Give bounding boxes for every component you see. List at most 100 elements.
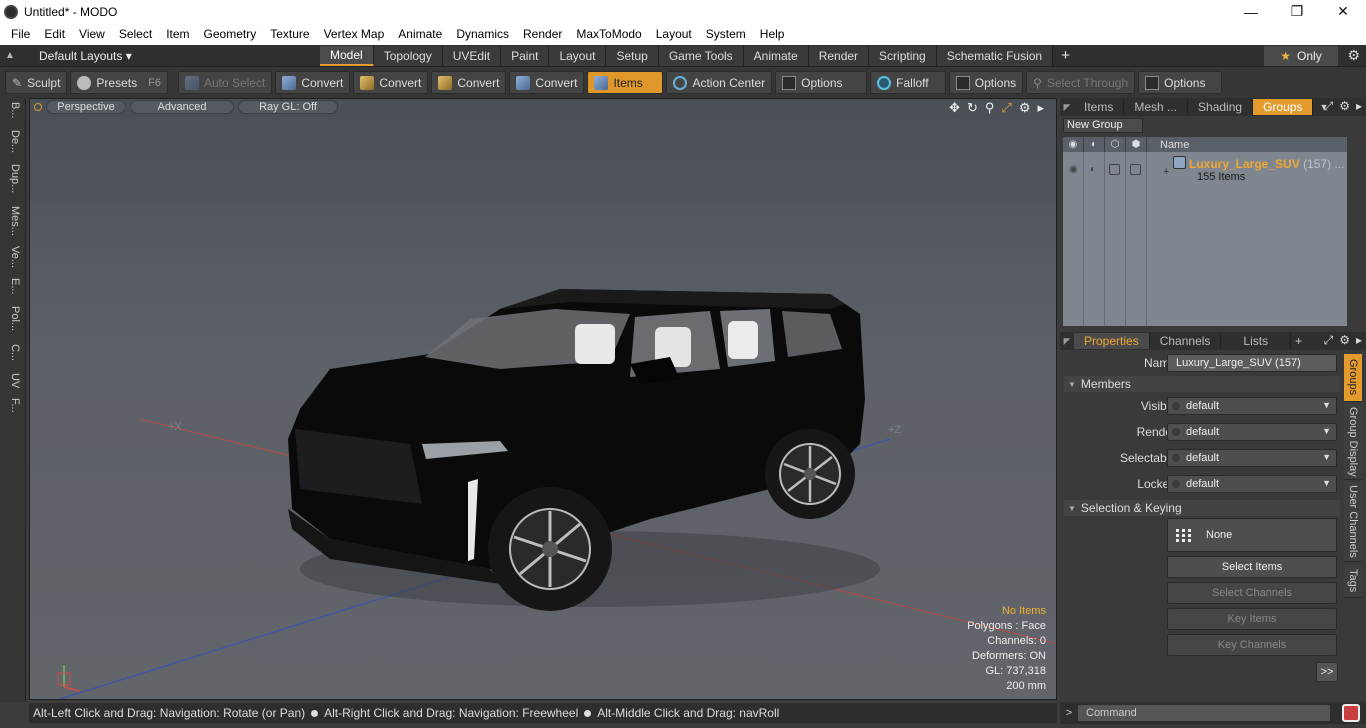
key-channels-button[interactable]: Key Channels [1167, 634, 1337, 656]
tab-model[interactable]: Model [320, 45, 374, 66]
convert-vertices-button[interactable]: Convert [275, 71, 351, 94]
select-channels-button[interactable]: Select Channels [1167, 582, 1337, 604]
tab-mesh[interactable]: Mesh ... [1124, 99, 1189, 115]
pan-icon[interactable]: ✥ [949, 100, 960, 116]
close-button[interactable]: ✕ [1320, 0, 1366, 23]
expand-panel-icon[interactable]: ⤢ [1324, 333, 1334, 348]
strip-tab-curve[interactable]: C... [5, 344, 21, 361]
tab-channels[interactable]: Channels [1150, 333, 1222, 349]
tab-setup[interactable]: Setup [606, 45, 659, 66]
raygl-toggle[interactable]: Ray GL: Off [238, 100, 338, 114]
locked-dropdown[interactable]: default ▼ [1167, 475, 1337, 493]
tab-topology[interactable]: Topology [373, 45, 443, 66]
panel-settings-icon[interactable]: ⚙ [1339, 333, 1350, 348]
menu-help[interactable]: Help [753, 27, 792, 41]
panel-settings-icon[interactable]: ⚙ [1339, 99, 1350, 114]
convert-edges-button[interactable]: Convert [353, 71, 429, 94]
menu-maxtomodo[interactable]: MaxToModo [569, 27, 648, 41]
select-checkbox[interactable] [1130, 164, 1141, 175]
key-items-button[interactable]: Key Items [1167, 608, 1337, 630]
strip-tab-edge[interactable]: E... [5, 278, 21, 295]
menu-dynamics[interactable]: Dynamics [449, 27, 516, 41]
sculpt-button[interactable]: ✎ Sculpt [5, 71, 68, 94]
zoom-icon[interactable]: ⚲ [985, 100, 995, 116]
menu-vertex-map[interactable]: Vertex Map [317, 27, 392, 41]
viewport-settings-icon[interactable]: ⚙ [1019, 100, 1031, 116]
none-select-button[interactable]: None [1167, 518, 1337, 552]
items-mode-button[interactable]: Items [587, 71, 664, 94]
presets-button[interactable]: Presets F6 [70, 71, 168, 94]
tab-properties[interactable]: Properties [1074, 333, 1150, 349]
tab-animate[interactable]: Animate [743, 45, 809, 66]
add-tab-icon[interactable]: + [1053, 47, 1078, 64]
strip-tab-deform[interactable]: De... [5, 130, 21, 153]
strip-tab-uv[interactable]: UV [5, 373, 21, 388]
strip-tab-duplicate[interactable]: Dup... [5, 164, 21, 193]
select-through-button[interactable]: ⚲ Select Through [1026, 71, 1136, 94]
eye-icon[interactable]: ◉ [1069, 164, 1078, 175]
expand-panel-icon[interactable]: ⤢ [1324, 99, 1334, 114]
more-button[interactable]: >> [1316, 662, 1338, 682]
falloff-button[interactable]: Falloff [870, 71, 947, 94]
expand-group-icon[interactable]: + [1163, 166, 1169, 178]
menu-texture[interactable]: Texture [263, 27, 316, 41]
minimize-button[interactable]: — [1228, 0, 1274, 23]
tab-lists[interactable]: Lists [1221, 333, 1292, 349]
tab-shading[interactable]: Shading [1188, 99, 1254, 115]
lock-column-icon[interactable]: ⬡ [1105, 137, 1126, 152]
selection-keying-section[interactable]: ▼ Selection & Keying [1064, 500, 1340, 516]
visibility-column-icon[interactable]: ◉ [1063, 137, 1084, 152]
panel-more-icon[interactable]: ▸ [1356, 99, 1362, 114]
panel-more-icon[interactable]: ▸ [1356, 333, 1362, 348]
menu-item[interactable]: Item [159, 27, 196, 41]
menu-system[interactable]: System [699, 27, 753, 41]
menu-animate[interactable]: Animate [391, 27, 449, 41]
menu-file[interactable]: File [4, 27, 37, 41]
lock-checkbox[interactable] [1109, 164, 1120, 175]
panel-grip-icon[interactable]: ◤ [1060, 102, 1074, 113]
tab-items[interactable]: Items [1074, 99, 1125, 115]
view-type-perspective[interactable]: Perspective [46, 100, 126, 114]
gear-icon[interactable]: ⚙ [1347, 47, 1360, 64]
action-center-button[interactable]: Action Center [666, 71, 773, 94]
auto-select-button[interactable]: Auto Select [177, 71, 273, 94]
pin-icon[interactable]: ▲ [0, 50, 20, 61]
falloff-options-button[interactable]: Options [949, 71, 1024, 94]
menu-geometry[interactable]: Geometry [197, 27, 264, 41]
only-toggle[interactable]: ★ Only [1264, 46, 1338, 66]
selectable-dropdown[interactable]: default ▼ [1167, 449, 1337, 467]
menu-view[interactable]: View [72, 27, 112, 41]
menu-render[interactable]: Render [516, 27, 569, 41]
tab-game-tools[interactable]: Game Tools [658, 45, 744, 66]
strip-tab-fusion[interactable]: F... [5, 398, 21, 413]
maximize-viewport-icon[interactable]: ⤢ [1001, 100, 1011, 116]
group-name-field[interactable]: Luxury_Large_SUV (157) [1167, 354, 1337, 372]
menu-edit[interactable]: Edit [37, 27, 72, 41]
side-tab-groups[interactable]: Groups [1344, 354, 1362, 402]
command-input[interactable]: Command [1078, 705, 1330, 721]
select-column-icon[interactable]: ⬢ [1126, 137, 1147, 152]
name-column-header[interactable]: Name [1147, 137, 1189, 152]
side-tab-group-display[interactable]: Group Display [1344, 404, 1362, 480]
default-layouts-dropdown[interactable]: Default Layouts ▾ [20, 49, 320, 63]
shading-advanced[interactable]: Advanced [130, 100, 234, 114]
menu-layout[interactable]: Layout [649, 27, 699, 41]
visible-dropdown[interactable]: default ▼ [1167, 397, 1337, 415]
convert-materials-button[interactable]: Convert [509, 71, 585, 94]
tab-render[interactable]: Render [808, 45, 870, 66]
render-icon[interactable]: ◐ [1090, 164, 1096, 175]
render-dropdown[interactable]: default ▼ [1167, 423, 1337, 441]
rotate-icon[interactable]: ↻ [967, 100, 978, 116]
strip-tab-basic[interactable]: B... [5, 102, 21, 119]
more-arrow-icon[interactable]: ▸ [1037, 100, 1044, 116]
group-name[interactable]: Luxury_Large_SUV (157) ... [1189, 157, 1344, 171]
viewport-menu-icon[interactable] [34, 103, 42, 111]
record-macro-icon[interactable] [1342, 704, 1360, 722]
side-tab-tags[interactable]: Tags [1344, 564, 1362, 598]
tab-scripting[interactable]: Scripting [869, 45, 937, 66]
tab-layout[interactable]: Layout [549, 45, 607, 66]
strip-tab-vertex[interactable]: Ve... [5, 246, 21, 268]
side-tab-user-channels[interactable]: User Channels [1344, 482, 1362, 562]
command-history-icon[interactable]: > [1060, 707, 1078, 719]
render-column-icon[interactable]: ◐ [1084, 137, 1105, 152]
